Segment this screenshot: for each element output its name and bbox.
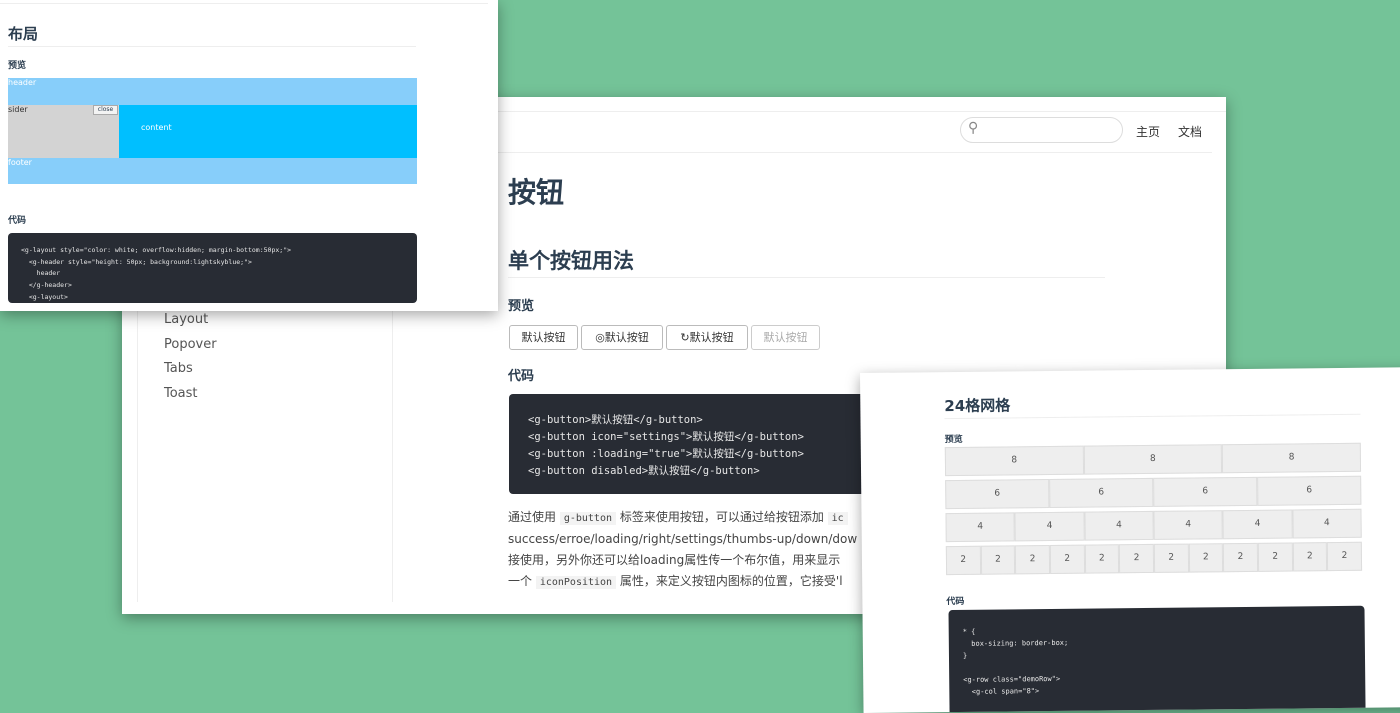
grid-col: 2 <box>1049 544 1085 575</box>
grid-col: 4 <box>1084 510 1154 541</box>
text: 属性，来定义按钮内图标的位置，它接受'l <box>616 574 843 588</box>
text: 一个 <box>508 574 536 588</box>
grid-col: 6 <box>1153 476 1258 507</box>
sidebar-item-tabs[interactable]: Tabs <box>164 361 193 376</box>
text: 接使用，另外你还可以给loading属性传一个布尔值，用来显示 <box>508 553 841 567</box>
grid-row: 888 <box>944 442 1362 477</box>
inline-code: iconPosition <box>535 576 617 589</box>
grid-col: 2 <box>1153 543 1189 573</box>
settings-icon: ◎ <box>595 331 605 344</box>
preview-label: 预览 <box>944 434 963 446</box>
grid-doc-window: 24格网格 预览 8886666444444222222222222 代码 * … <box>860 367 1400 713</box>
layout-doc-window: 布局 预览 header sider close content footer … <box>0 0 498 311</box>
grid-col: 2 <box>1257 542 1293 572</box>
grid-col: 6 <box>1257 475 1362 506</box>
grid-col: 2 <box>1084 544 1120 574</box>
code-block: * { box-sizing: border-box; } <g-row cla… <box>948 605 1366 713</box>
grid-col: 6 <box>1049 477 1154 509</box>
nav-home-link[interactable]: 主页 <box>1136 123 1160 140</box>
loading-icon: ↻ <box>680 331 690 344</box>
button-label: 默认按钮 <box>521 331 566 344</box>
button-label: 默认按钮 <box>689 331 734 344</box>
code-block: <g-button>默认按钮</g-button> <g-button icon… <box>509 394 869 494</box>
code-label: 代码 <box>8 216 27 226</box>
loading-button[interactable]: ↻默认按钮 <box>666 325 748 350</box>
grid-row: 6666 <box>945 475 1362 510</box>
grid-col: 2 <box>1119 543 1155 574</box>
grid-demo: 8886666444444222222222222 <box>944 442 1362 579</box>
grid-col: 2 <box>1188 543 1224 573</box>
page-title: 布局 <box>8 23 416 47</box>
grid-col: 8 <box>1083 444 1223 475</box>
grid-col: 2 <box>1223 542 1259 573</box>
text: 通过使用 <box>508 510 560 524</box>
text: success/erroe/loading/right/settings/thu… <box>508 532 858 546</box>
grid-col: 4 <box>1222 509 1293 540</box>
code-label: 代码 <box>946 596 965 608</box>
description-paragraph: 通过使用 g-button 标签来使用按钮，可以通过给按钮添加 ic succe… <box>508 507 858 593</box>
page-title: 24格网格 <box>944 390 1361 420</box>
grid-col: 2 <box>945 545 981 576</box>
default-button[interactable]: 默认按钮 <box>509 325 578 350</box>
grid-col: 8 <box>944 445 1084 477</box>
code-block: <g-layout style="color: white; overflow:… <box>8 233 417 303</box>
text: 标签来使用按钮，可以通过给按钮添加 <box>616 510 828 524</box>
sidebar: Layout Popover Tabs Toast <box>137 297 393 602</box>
preview-label: 预览 <box>8 61 27 71</box>
sidebar-item-layout[interactable]: Layout <box>164 312 208 327</box>
disabled-button: 默认按钮 <box>751 325 820 350</box>
search-input[interactable]: ⚲ <box>960 117 1123 143</box>
settings-button[interactable]: ◎默认按钮 <box>581 325 663 350</box>
grid-col: 4 <box>1014 511 1085 542</box>
button-label: 默认按钮 <box>763 331 808 344</box>
grid-col: 4 <box>1153 510 1224 540</box>
page-title: 按钮 <box>508 176 565 209</box>
demo-header: header <box>8 78 417 105</box>
grid-col: 6 <box>945 479 1050 510</box>
close-button[interactable]: close <box>93 105 118 115</box>
demo-footer: footer <box>8 158 417 184</box>
button-label: 默认按钮 <box>604 331 649 344</box>
grid-col: 2 <box>1327 541 1362 572</box>
sidebar-item-toast[interactable]: Toast <box>164 386 198 401</box>
grid-col: 8 <box>1222 442 1362 474</box>
grid-col: 4 <box>945 512 1016 543</box>
grid-row: 222222222222 <box>945 541 1362 576</box>
grid-row: 444444 <box>945 508 1362 543</box>
grid-col: 2 <box>980 545 1016 575</box>
sidebar-item-popover[interactable]: Popover <box>164 337 217 352</box>
demo-content: content <box>119 105 417 158</box>
nav-docs-link[interactable]: 文档 <box>1178 123 1202 140</box>
preview-label: 预览 <box>508 299 535 314</box>
section-title: 单个按钮用法 <box>508 245 1105 278</box>
inline-code: ic <box>827 512 848 525</box>
code-label: 代码 <box>508 369 535 384</box>
grid-col: 2 <box>1292 542 1328 572</box>
grid-col: 4 <box>1292 508 1362 539</box>
search-icon: ⚲ <box>968 120 979 136</box>
divider <box>0 3 488 4</box>
inline-code: g-button <box>559 512 616 525</box>
grid-col: 2 <box>1015 545 1051 575</box>
